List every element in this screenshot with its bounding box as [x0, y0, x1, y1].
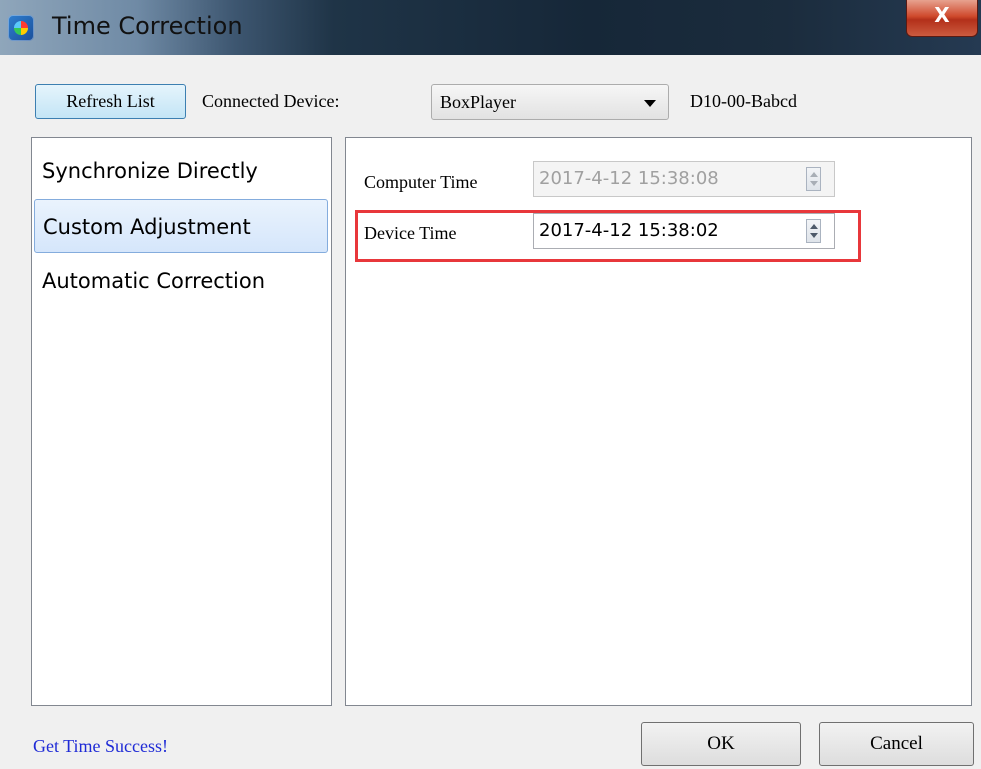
- window-title: Time Correction: [52, 12, 243, 40]
- close-button[interactable]: X: [906, 0, 978, 37]
- app-icon: [8, 15, 34, 41]
- time-correction-dialog: Time Correction X Refresh List Connected…: [0, 0, 981, 769]
- device-dropdown-value: BoxPlayer: [440, 92, 516, 112]
- mode-item-automatic-correction[interactable]: Automatic Correction: [34, 254, 328, 308]
- correction-mode-list: Synchronize Directly Custom Adjustment A…: [31, 137, 332, 706]
- ok-button[interactable]: OK: [641, 722, 801, 766]
- refresh-list-button[interactable]: Refresh List: [35, 84, 186, 119]
- device-time-value[interactable]: 2017-4-12 15:38:02: [539, 220, 719, 241]
- mode-item-synchronize-directly[interactable]: Synchronize Directly: [34, 144, 328, 198]
- spin-up-icon: [810, 172, 818, 177]
- computer-time-spinner: [806, 167, 821, 191]
- status-message: Get Time Success!: [33, 736, 168, 756]
- cancel-button[interactable]: Cancel: [819, 722, 974, 766]
- connected-device-label: Connected Device:: [202, 91, 340, 111]
- device-dropdown[interactable]: BoxPlayer: [431, 84, 669, 120]
- spin-up-icon[interactable]: [810, 224, 818, 229]
- spin-down-icon[interactable]: [810, 233, 818, 238]
- device-id-text: D10-00-Babcd: [690, 91, 797, 111]
- chevron-down-icon: [644, 100, 656, 107]
- device-time-field[interactable]: 2017-4-12 15:38:02: [533, 213, 835, 249]
- title-bar: Time Correction X: [0, 0, 981, 55]
- mode-item-custom-adjustment[interactable]: Custom Adjustment: [34, 199, 328, 253]
- device-time-spinner[interactable]: [806, 219, 821, 243]
- device-time-label: Device Time: [364, 223, 457, 243]
- spin-down-icon: [810, 181, 818, 186]
- computer-time-field: 2017-4-12 15:38:08: [533, 161, 835, 197]
- computer-time-value: 2017-4-12 15:38:08: [539, 168, 719, 189]
- computer-time-label: Computer Time: [364, 172, 478, 192]
